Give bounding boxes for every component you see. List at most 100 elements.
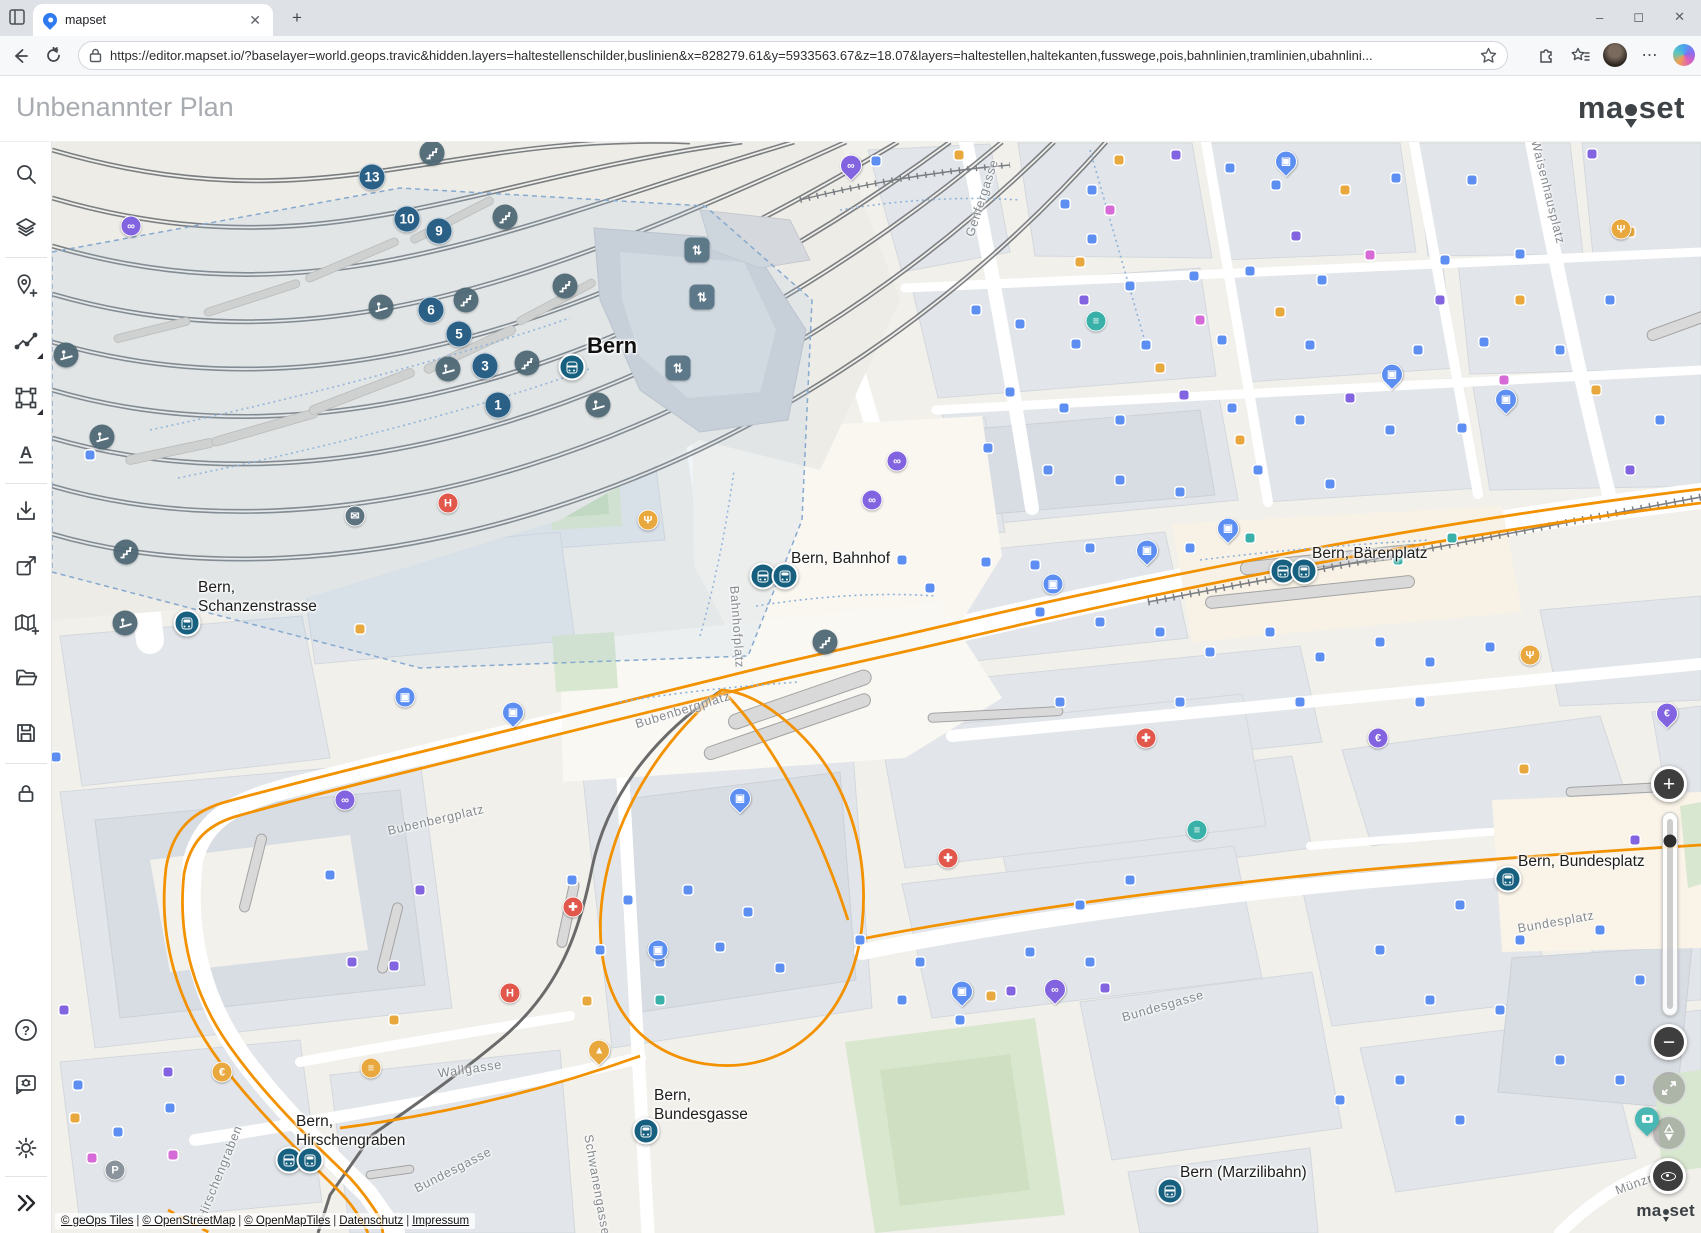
poi-marker [1592, 386, 1601, 395]
url-text[interactable]: https://editor.mapset.io/?baselayer=worl… [110, 48, 1472, 63]
poi-marker [71, 1114, 80, 1123]
add-point-tool-button[interactable] [6, 265, 46, 305]
svg-text:A: A [19, 443, 31, 462]
attribution-link-datenschutz[interactable]: Datenschutz [339, 1215, 403, 1227]
stairs-icon [454, 288, 479, 313]
attribution-link-geops[interactable]: © geOps Tiles [61, 1215, 133, 1227]
favorites-bar-icon[interactable] [1569, 44, 1591, 66]
poi-bike-share-icon: ∞ [335, 790, 356, 811]
poi-marker [1115, 156, 1124, 165]
stop-label[interactable]: Bern,Hirschengraben [296, 1112, 405, 1151]
poi-marker [1206, 648, 1215, 657]
more-menu-icon[interactable]: ⋯ [1639, 44, 1661, 66]
poi-marker [1088, 186, 1097, 195]
poi-marker [583, 997, 592, 1006]
attribution-separator: | [406, 1215, 409, 1227]
zoom-slider[interactable] [1662, 812, 1678, 1016]
stairs-icon [493, 205, 518, 230]
zoom-in-button[interactable]: + [1651, 766, 1687, 802]
zoom-slider-knob[interactable] [1664, 835, 1677, 848]
poi-marker [1056, 698, 1065, 707]
poi-marker [86, 451, 95, 460]
poi-marker [972, 306, 981, 315]
poi-marker [1116, 416, 1125, 425]
window-minimize-button[interactable]: – [1596, 10, 1603, 25]
export-tool-button[interactable] [6, 546, 46, 586]
poi-marker [88, 1154, 97, 1163]
poi-marker [1176, 698, 1185, 707]
window-close-button[interactable]: ✕ [1674, 9, 1685, 25]
poi-marker [326, 871, 335, 880]
back-button[interactable] [7, 43, 33, 69]
collapse-sidebar-button[interactable] [6, 1183, 46, 1223]
add-map-tool-button[interactable] [6, 603, 46, 643]
poi-marker [1080, 296, 1089, 305]
submenu-indicator [37, 409, 43, 415]
layers-tool-button[interactable] [6, 208, 46, 248]
stop-bus-icon[interactable] [174, 610, 201, 637]
sidebar-divider [5, 763, 47, 764]
ramp-icon [436, 357, 461, 382]
stop-label[interactable]: Bern (Marzilibahn) [1180, 1163, 1307, 1182]
extensions-icon[interactable] [1535, 44, 1557, 66]
poi-marker [1096, 618, 1105, 627]
search-tool-button[interactable] [6, 154, 46, 194]
save-tool-button[interactable] [6, 713, 46, 753]
poi-marker [416, 886, 425, 895]
bookmark-star-icon[interactable] [1480, 47, 1497, 64]
compass-needle-icon [1663, 1124, 1675, 1142]
zoom-out-button[interactable]: − [1651, 1024, 1687, 1060]
tab-overview-icon[interactable] [8, 8, 28, 28]
attribution-link-osm[interactable]: © OpenStreetMap [142, 1215, 235, 1227]
elevator-icon: ⇅ [685, 238, 710, 263]
poi-marker [1516, 250, 1525, 259]
stop-label[interactable]: Bern, Bärenplatz [1312, 544, 1427, 563]
window-maximize-button[interactable]: ◻ [1633, 9, 1644, 25]
new-tab-button[interactable]: + [286, 7, 308, 29]
stairs-icon [553, 274, 578, 299]
download-tool-button[interactable] [6, 491, 46, 531]
help-button[interactable]: ? [6, 1010, 46, 1050]
draw-line-tool-button[interactable] [6, 322, 46, 362]
double-chevron-right-icon [13, 1190, 39, 1216]
elevator-icon: ⇅ [666, 356, 691, 381]
open-plan-tool-button[interactable] [6, 658, 46, 698]
text-tool-button[interactable]: A [6, 434, 46, 474]
poi-marker [1190, 272, 1199, 281]
logo-pin-icon [1625, 104, 1637, 116]
report-bug-button[interactable] [6, 1065, 46, 1105]
refresh-button[interactable] [40, 43, 66, 69]
poi-marker [1086, 958, 1095, 967]
copilot-icon[interactable] [1673, 44, 1695, 66]
stop-label[interactable]: Bern, Bahnhof [791, 549, 890, 568]
transform-tool-button[interactable] [6, 378, 46, 418]
poi-marker [164, 1068, 173, 1077]
attribution: © geOps Tiles|© OpenStreetMap|© OpenMapT… [55, 1213, 475, 1229]
poi-marker [74, 1081, 83, 1090]
stop-label[interactable]: Bern, Bundesplatz [1518, 852, 1645, 871]
poi-marker [1346, 394, 1355, 403]
stop-label[interactable]: Bern,Schanzenstrasse [198, 578, 317, 617]
lock-icon [14, 781, 38, 805]
poi-marker [1596, 926, 1605, 935]
tab-favicon-pin-icon [40, 10, 60, 30]
poi-restaurant-icon: Ψ [1611, 219, 1632, 240]
stop-label[interactable]: Bern,Bundesgasse [654, 1086, 748, 1125]
fit-extent-button[interactable] [1651, 1070, 1687, 1106]
map-canvas[interactable]: ΨΨΨHH✚✚✚€≡≡≡▣▣▣∞∞∞∞✉P€∞∞€▣▣▣▣▣▣▣▣▲131096… [0, 0, 1701, 1233]
settings-button[interactable] [6, 1128, 46, 1168]
plan-title-input[interactable]: Unbenannter Plan [16, 92, 234, 123]
map-logo: maset [1636, 1201, 1695, 1221]
poi-marker [1072, 340, 1081, 349]
attribution-link-omt[interactable]: © OpenMapTiles [244, 1215, 330, 1227]
tab-close-icon[interactable]: ✕ [247, 12, 263, 29]
toggle-visibility-button[interactable] [1650, 1158, 1686, 1194]
stop-train-icon[interactable] [559, 354, 586, 381]
attribution-link-impressum[interactable]: Impressum [412, 1215, 469, 1227]
ramp-icon [586, 393, 611, 418]
profile-avatar[interactable] [1603, 43, 1627, 67]
fit-extent-icon [1660, 1079, 1678, 1097]
lock-tool-button[interactable] [6, 773, 46, 813]
browser-tab[interactable]: mapset ✕ [33, 4, 273, 36]
url-bar[interactable]: https://editor.mapset.io/?baselayer=worl… [78, 41, 1508, 70]
